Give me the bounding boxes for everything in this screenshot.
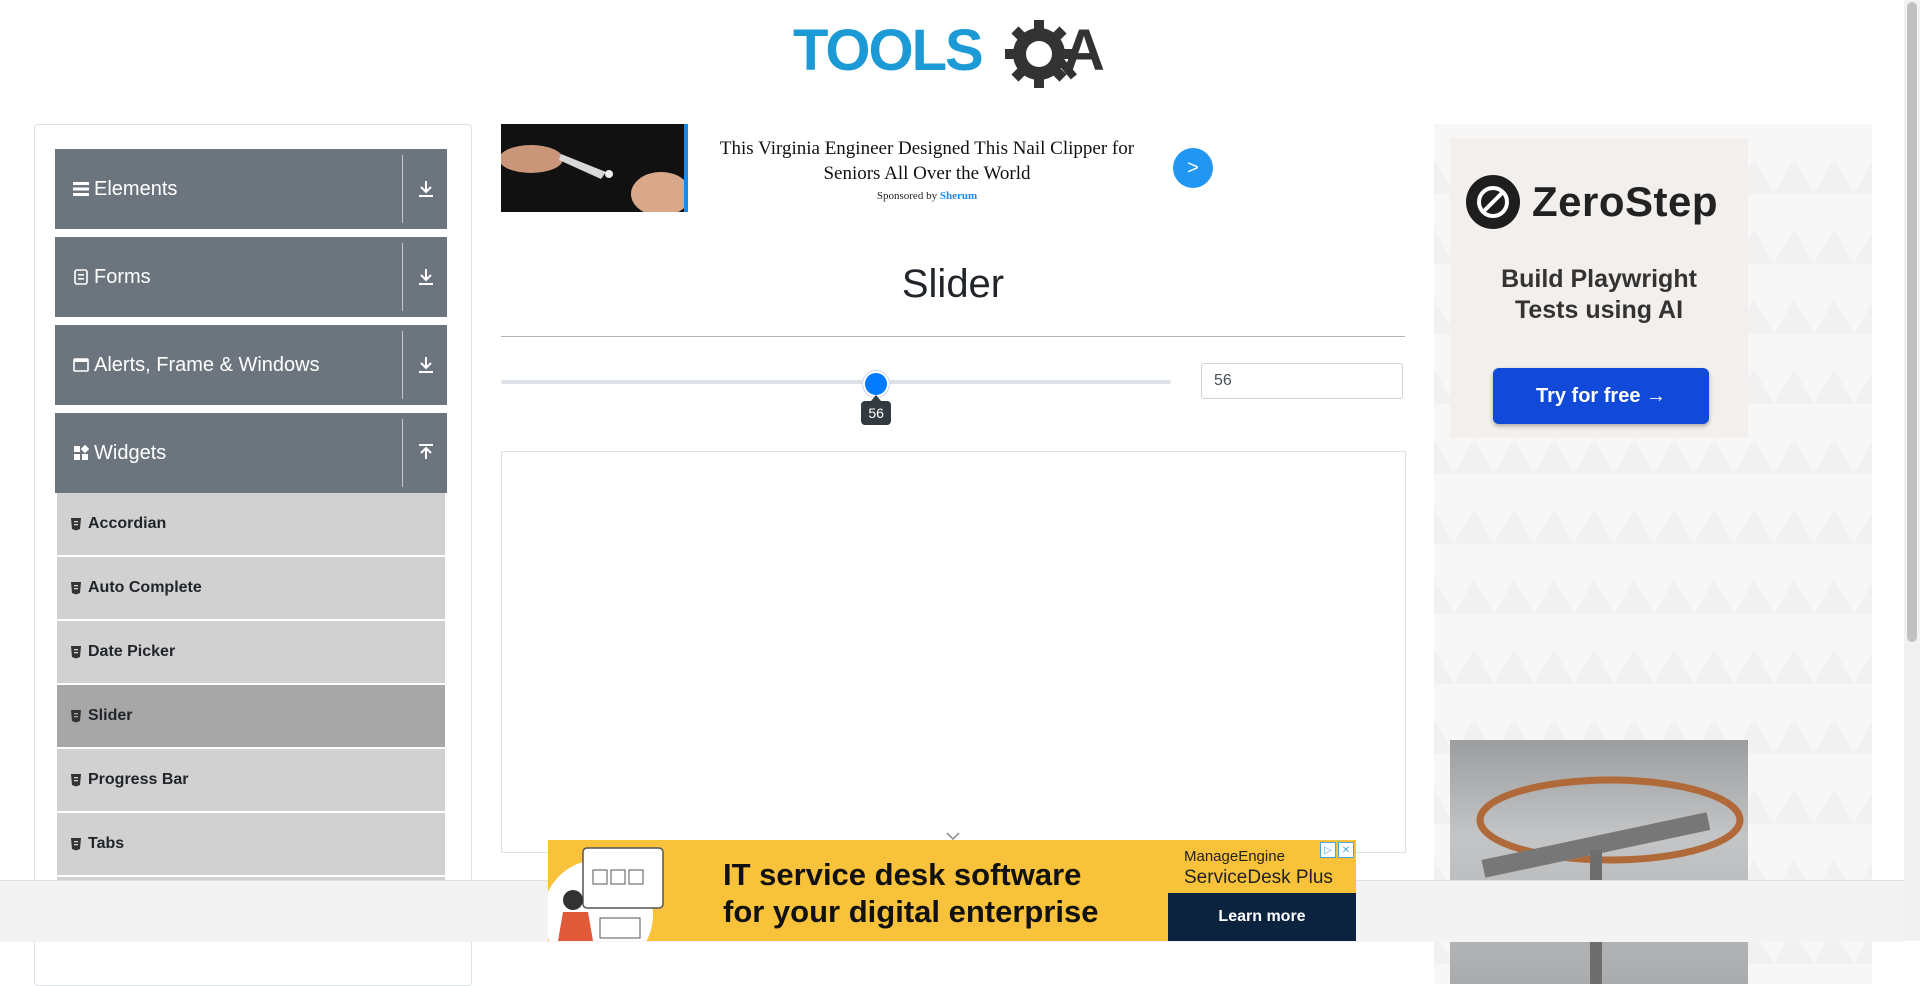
sidebar-item-slider[interactable]: Slider [57,685,445,749]
window-icon [72,356,90,374]
sidebar-item-accordian[interactable]: Accordian [57,493,445,557]
sidebar-group-alerts[interactable]: Alerts, Frame & Windows [55,325,447,405]
group-divider [402,155,403,223]
group-divider [402,419,403,487]
ad-headline[interactable]: This Virginia Engineer Designed This Nai… [697,136,1157,186]
widgets-icon [72,444,90,462]
zerostep-ad[interactable]: ZeroStep Build Playwright Tests using AI… [1450,138,1748,438]
sidebar-item-progress-bar[interactable]: Progress Bar [57,749,445,813]
bottom-ad-banner[interactable]: IT service desk software for your digita… [548,840,1356,941]
sidebar-item-date-picker[interactable]: Date Picker [57,621,445,685]
sidebar-item-label: Auto Complete [88,579,202,596]
sidebar-item-label: Slider [88,707,133,724]
zerostep-copy-line1: Build Playwright [1501,265,1697,293]
zerostep-logo-icon [1466,175,1520,229]
upload-arrow-icon[interactable] [415,442,437,464]
page-title: Slider [901,262,1005,306]
sidebar-group-widgets[interactable]: Widgets [55,413,447,493]
ad-illustration [548,840,696,941]
slider-track[interactable] [501,380,1171,384]
group-title: Alerts, Frame & Windows [94,353,320,376]
html5-icon [70,645,82,659]
ad-sponsor: Sponsored by Sherum [697,190,1157,202]
right-ad-column: ZeroStep Build Playwright Tests using AI… [1434,124,1872,984]
sidebar-group-forms[interactable]: Forms [55,237,447,317]
bottom-ad-brand-top: ManageEngine [1184,848,1285,865]
title-divider [501,336,1405,337]
scrollbar-thumb[interactable] [1907,2,1917,642]
html5-icon [70,709,82,723]
ad-image [501,124,684,212]
sidebar-group-elements[interactable]: Elements [55,149,447,229]
group-title: Elements [94,177,178,200]
html5-icon [70,581,82,595]
adchoices[interactable]: ▷ ✕ [1320,842,1354,858]
slider-value-field[interactable] [1201,363,1403,399]
svg-text:TOOLS: TOOLS [793,18,982,83]
html5-icon [70,517,82,531]
group-title: Forms [94,265,151,288]
sidebar-item-label: Date Picker [88,643,176,660]
sidebar-item-tabs[interactable]: Tabs [57,813,445,877]
ad-accent-stripe [684,124,688,212]
download-arrow-icon[interactable] [415,354,437,376]
try-for-free-button[interactable]: Try for free → [1493,368,1709,424]
antenna-ad-image[interactable] [1450,740,1748,984]
sidebar-item-auto-complete[interactable]: Auto Complete [57,557,445,621]
group-divider [402,331,403,399]
zerostep-copy-line2: Tests using AI [1514,296,1684,324]
download-arrow-icon[interactable] [415,266,437,288]
ad-sponsor-name[interactable]: Sherum [940,190,977,202]
slider-tooltip: 56 [861,395,892,425]
sidebar-item-label: Progress Bar [88,771,189,788]
slider-thumb[interactable] [863,371,890,397]
bottom-ad-line2: for your digital enterprise [723,894,1099,929]
hamburger-icon [72,180,90,198]
page-scrollbar[interactable] [1904,0,1920,941]
adchoices-icon[interactable]: ▷ [1320,842,1336,858]
zerostep-copy: Build Playwright Tests using AI [1450,264,1748,326]
sidebar-item-label: Accordian [88,515,167,532]
group-title: Widgets [94,441,167,464]
close-icon[interactable]: ✕ [1338,842,1354,858]
group-divider [402,243,403,311]
site-logo[interactable]: TOOLS A [793,14,1115,90]
form-icon [72,268,90,286]
chevron-down-icon[interactable] [946,832,960,840]
zerostep-brand: ZeroStep [1532,178,1719,225]
learn-more-button[interactable]: Learn more [1168,893,1356,941]
top-ad-banner[interactable]: This Virginia Engineer Designed This Nai… [501,124,1215,212]
bottom-ad-line1: IT service desk software [723,857,1082,892]
svg-text:A: A [1063,18,1105,83]
ad-sponsor-prefix: Sponsored by [876,190,938,202]
bottom-ad-headline: IT service desk software for your digita… [723,856,1099,930]
download-arrow-icon[interactable] [415,178,437,200]
toolsqa-logo-icon: TOOLS A [793,18,1105,88]
sidebar-item-label: Tabs [88,835,125,852]
html5-icon [70,837,82,851]
content-frame [501,451,1406,853]
bottom-ad-brand-bottom: ServiceDesk Plus [1184,867,1333,888]
ad-go-button[interactable]: > [1173,148,1213,188]
html5-icon [70,773,82,787]
